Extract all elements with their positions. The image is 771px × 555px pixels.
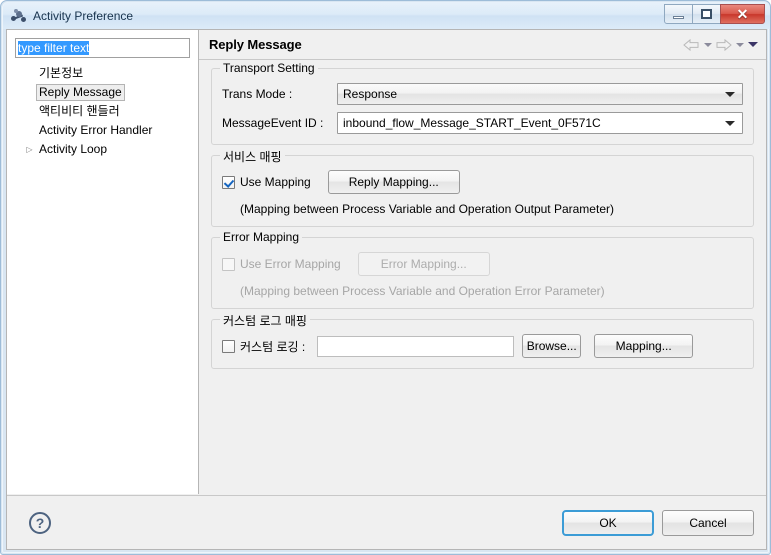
tree-expand-triangle-icon[interactable]: ▷ [23, 146, 36, 154]
title-bar: Activity Preference ✕ [3, 2, 770, 29]
minimize-icon [673, 16, 684, 19]
maximize-icon [701, 9, 712, 19]
tree-item-activity-error-handler[interactable]: Activity Error Handler [13, 121, 192, 140]
tree-item-activity-handler[interactable]: 액티비티 핸들러 [13, 102, 192, 121]
trans-mode-label: Trans Mode : [222, 87, 337, 101]
dialog-body: type filter text 기본정보 Reply Message 액티비티… [6, 29, 767, 550]
ok-button[interactable]: OK [562, 510, 654, 536]
use-mapping-label: Use Mapping [240, 175, 311, 189]
dialog-footer: ? OK Cancel [7, 495, 766, 549]
custom-logging-label: 커스텀 로깅 : [240, 338, 305, 355]
window-controls: ✕ [664, 4, 765, 24]
minimize-button[interactable] [664, 4, 693, 24]
trans-mode-combo[interactable]: Response [337, 83, 743, 105]
navigation-toolbar [683, 38, 758, 52]
content-area: type filter text 기본정보 Reply Message 액티비티… [7, 30, 766, 494]
filter-input-text: type filter text [18, 41, 89, 55]
checkbox-icon [222, 258, 235, 271]
tree-item-label: 기본정보 [36, 65, 86, 82]
chevron-down-icon [725, 121, 735, 126]
custom-log-row: 커스텀 로깅 : Browse... Mapping... [222, 334, 743, 358]
mapping-button[interactable]: Mapping... [594, 334, 693, 358]
custom-log-input[interactable] [317, 336, 514, 357]
help-icon[interactable]: ? [29, 512, 51, 534]
navigation-tree-panel: type filter text 기본정보 Reply Message 액티비티… [7, 30, 199, 494]
message-event-label: MessageEvent ID : [222, 116, 337, 130]
use-mapping-row: Use Mapping Reply Mapping... [222, 170, 743, 194]
dialog-window: Activity Preference ✕ type filter text 기… [0, 0, 771, 555]
service-mapping-hint: (Mapping between Process Variable and Op… [240, 202, 743, 216]
close-icon: ✕ [737, 7, 749, 21]
tree-item-activity-loop[interactable]: ▷ Activity Loop [13, 140, 192, 159]
group-title: Error Mapping [220, 230, 302, 244]
page-header: Reply Message [199, 30, 766, 60]
transport-setting-group: Transport Setting Trans Mode : Response … [211, 68, 754, 145]
tree-item-reply-message[interactable]: Reply Message [13, 83, 192, 102]
page-title: Reply Message [209, 37, 683, 52]
error-mapping-group: Error Mapping Use Error Mapping Error Ma… [211, 237, 754, 309]
window-title: Activity Preference [33, 9, 133, 23]
service-mapping-group: 서비스 매핑 Use Mapping Reply Mapping... (Map… [211, 155, 754, 227]
filter-input[interactable]: type filter text [15, 38, 190, 58]
tree-item-label: Activity Error Handler [36, 122, 155, 139]
reply-mapping-button[interactable]: Reply Mapping... [328, 170, 460, 194]
forward-arrow-icon[interactable] [715, 38, 732, 52]
checkmark-icon [222, 176, 235, 189]
custom-log-mapping-group: 커스텀 로그 매핑 커스텀 로깅 : Browse... Mapping... [211, 319, 754, 369]
checkbox-icon [222, 340, 235, 353]
group-title: Transport Setting [220, 61, 318, 75]
message-event-value: inbound_flow_Message_START_Event_0F571C [343, 116, 601, 130]
cancel-button[interactable]: Cancel [662, 510, 754, 536]
close-button[interactable]: ✕ [720, 4, 765, 24]
error-mapping-hint: (Mapping between Process Variable and Op… [240, 284, 743, 298]
forward-menu-chevron-down-icon[interactable] [734, 38, 745, 52]
trans-mode-value: Response [343, 87, 397, 101]
form-area: Transport Setting Trans Mode : Response … [199, 60, 766, 369]
tree-item-label: 액티비티 핸들러 [36, 103, 123, 120]
activity-icon [11, 8, 27, 24]
message-event-row: MessageEvent ID : inbound_flow_Message_S… [222, 112, 743, 134]
chevron-down-icon [725, 92, 735, 97]
browse-button[interactable]: Browse... [522, 334, 581, 358]
error-mapping-button: Error Mapping... [358, 252, 490, 276]
group-title: 서비스 매핑 [220, 148, 285, 165]
preference-page: Reply Message [199, 30, 766, 494]
tree-item-basic-info[interactable]: 기본정보 [13, 64, 192, 83]
use-error-mapping-checkbox: Use Error Mapping [222, 257, 341, 271]
use-error-mapping-row: Use Error Mapping Error Mapping... [222, 252, 743, 276]
custom-logging-checkbox[interactable]: 커스텀 로깅 : [222, 338, 305, 355]
maximize-button[interactable] [692, 4, 721, 24]
group-title: 커스텀 로그 매핑 [220, 312, 310, 329]
use-error-mapping-label: Use Error Mapping [240, 257, 341, 271]
page-menu-chevron-down-icon[interactable] [747, 38, 758, 52]
tree-item-label: Reply Message [36, 84, 125, 101]
message-event-combo[interactable]: inbound_flow_Message_START_Event_0F571C [337, 112, 743, 134]
back-menu-chevron-down-icon[interactable] [702, 38, 713, 52]
back-arrow-icon[interactable] [683, 38, 700, 52]
tree-item-label: Activity Loop [36, 141, 110, 158]
use-mapping-checkbox[interactable]: Use Mapping [222, 175, 311, 189]
trans-mode-row: Trans Mode : Response [222, 83, 743, 105]
footer-buttons: OK Cancel [562, 510, 754, 536]
